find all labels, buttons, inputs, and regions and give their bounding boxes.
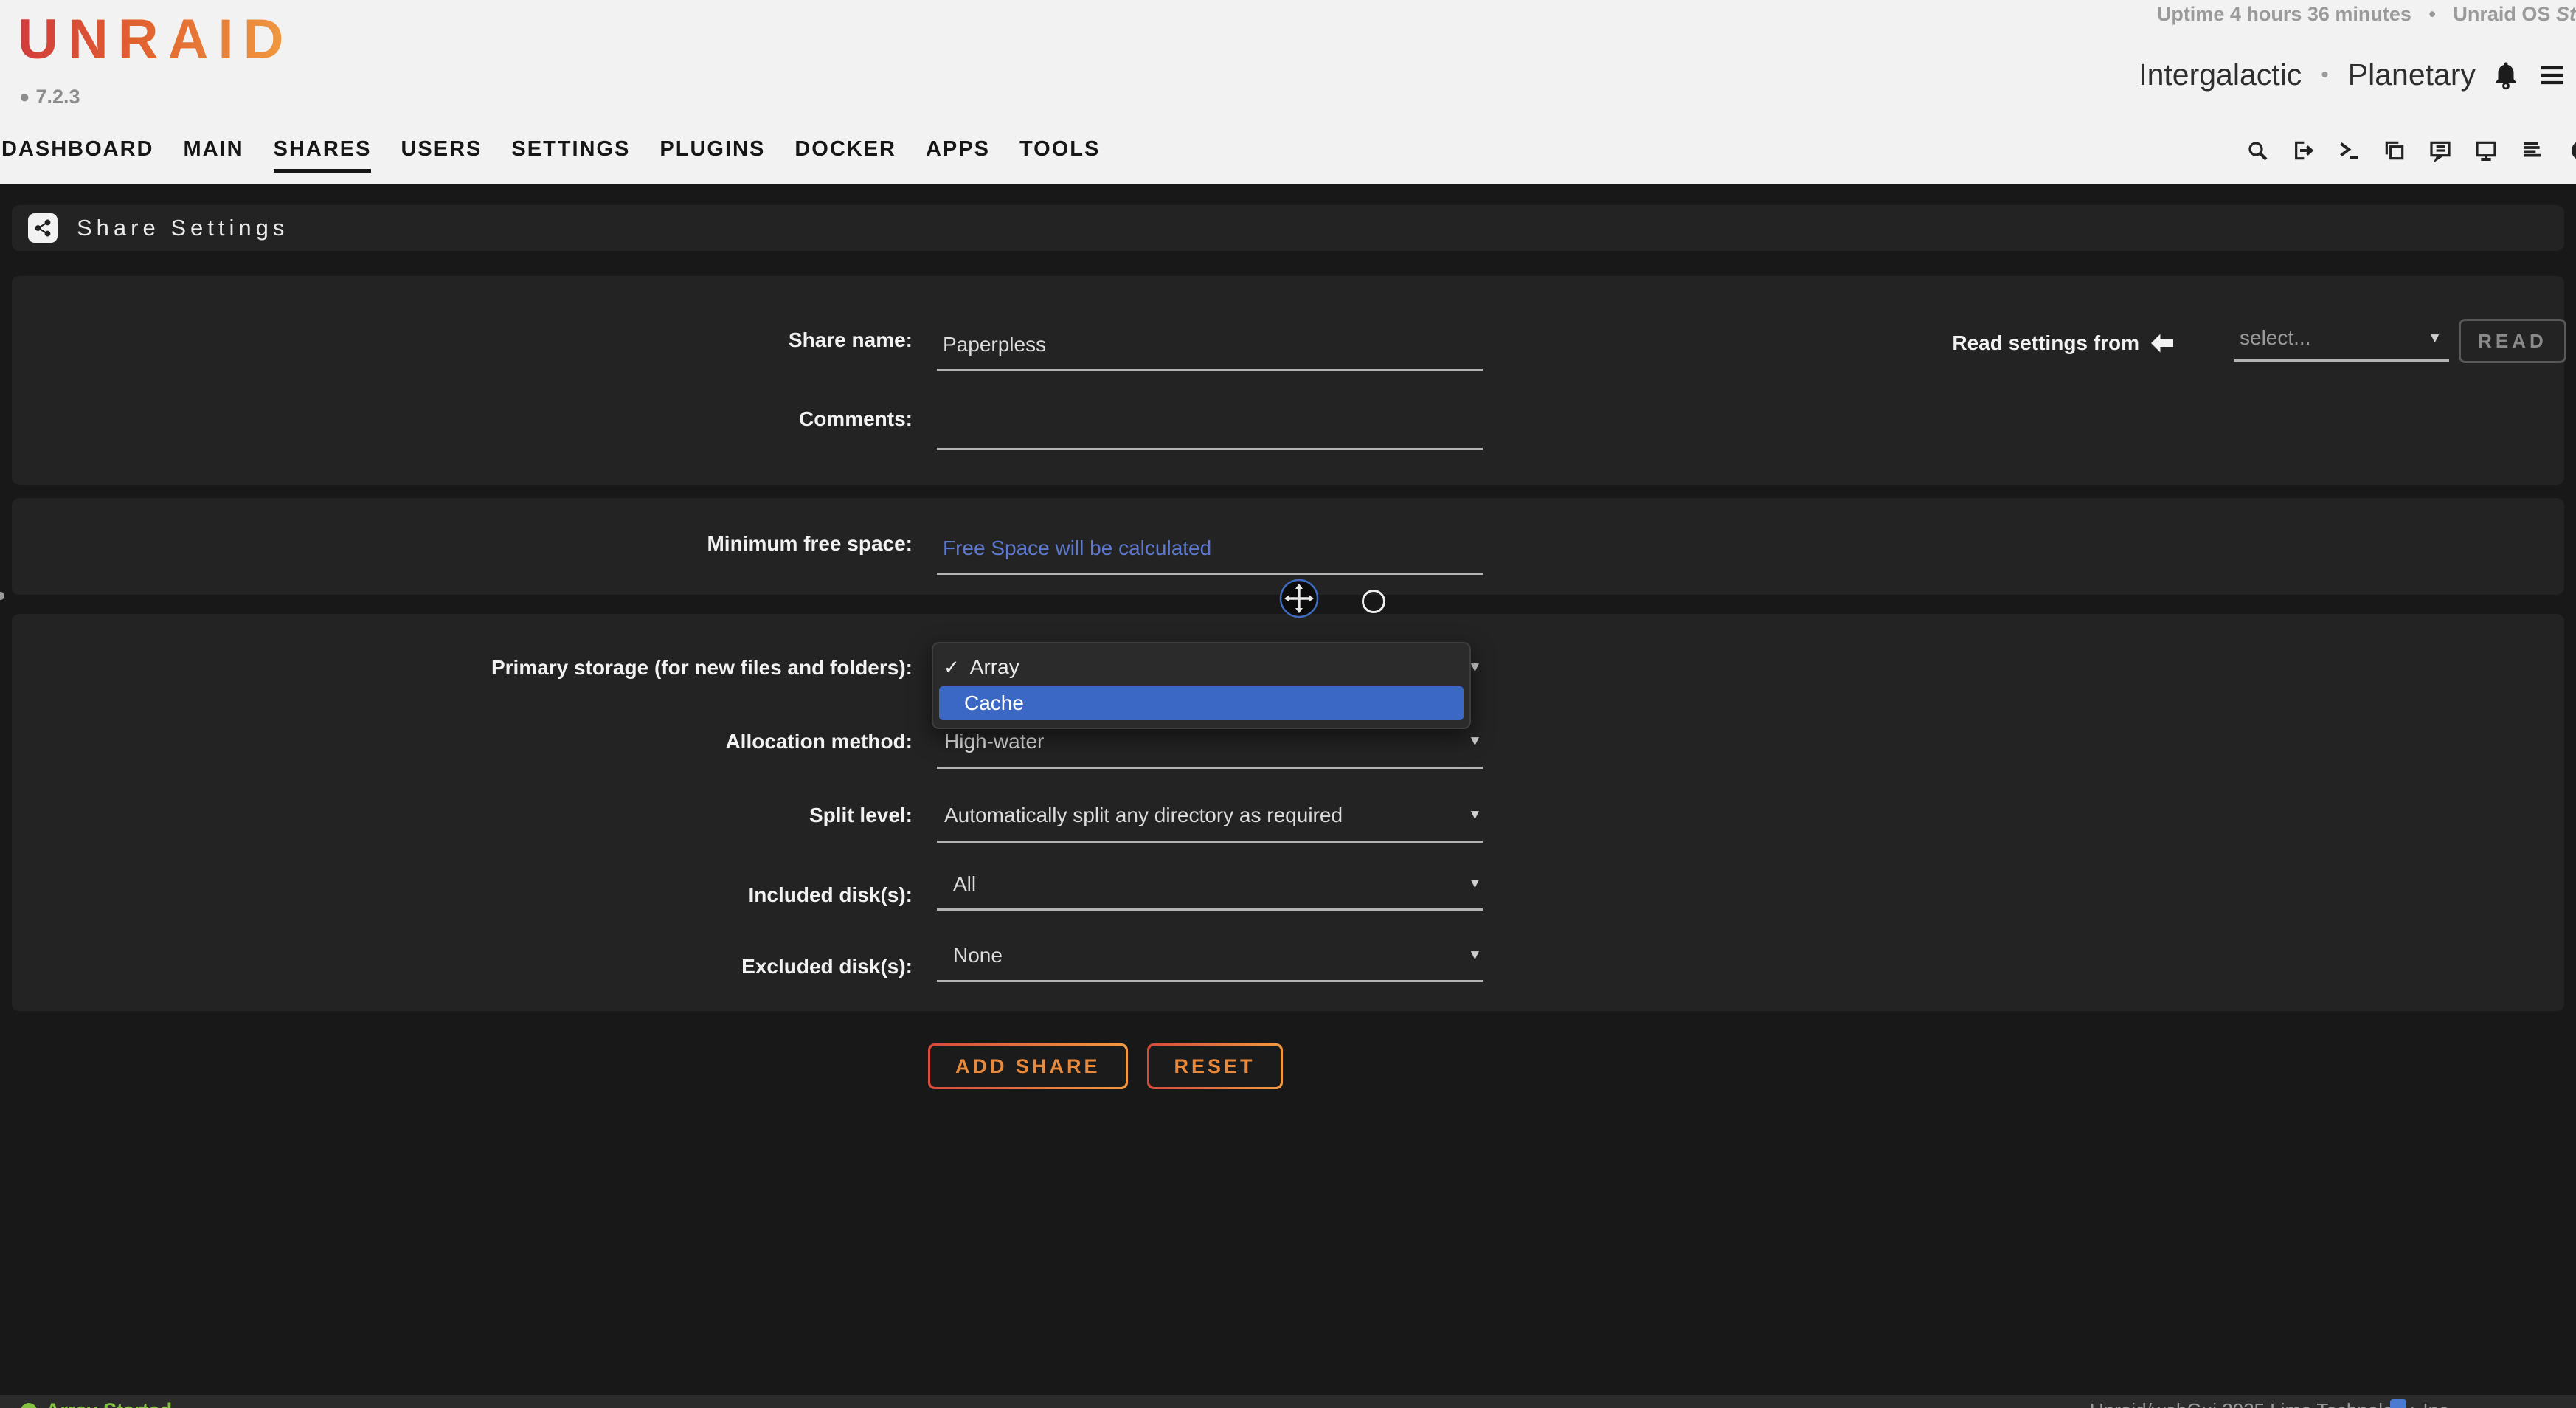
separator-dot: • [2428,3,2435,25]
server-name[interactable]: Intergalactic [2139,58,2302,92]
chevron-down-icon: ▼ [1468,948,1482,964]
nav-settings[interactable]: SETTINGS [511,137,630,169]
chevron-down-icon: ▼ [1468,807,1482,824]
nav-main[interactable]: MAIN [184,137,244,169]
included-disks-label: Included disk(s): [749,883,913,907]
unraid-app: UNRAID ● 7.2.3 Uptime 4 hours 36 minutes… [0,0,2576,1408]
action-buttons: ADD SHARE RESET [928,1043,1283,1089]
min-free-space-input[interactable] [937,528,1483,575]
add-share-button[interactable]: ADD SHARE [928,1043,1128,1089]
primary-storage-label: Primary storage (for new files and folde… [491,656,913,680]
check-icon: ✓ [944,656,960,679]
os-edition: Unraid OS Starter [2453,3,2576,25]
excluded-disks-select[interactable]: None [953,944,1003,967]
copy-icon[interactable] [2383,139,2406,162]
min-free-space-label: Minimum free space: [707,532,913,556]
included-disks-select[interactable]: All [953,872,976,896]
move-cursor-icon [1278,578,1320,619]
nav-users[interactable]: USERS [401,137,482,169]
log-icon[interactable] [2520,139,2544,162]
nav-shares[interactable]: SHARES [274,137,372,173]
field-underline [937,980,1483,982]
monitor-icon[interactable] [2474,139,2498,162]
field-underline [937,841,1483,843]
read-settings-select[interactable]: select... ▼ [2234,319,2449,362]
share-icon[interactable] [28,213,58,243]
chevron-down-icon: ▼ [1468,876,1482,892]
share-name-input[interactable] [937,325,1483,371]
nav-items: DASHBOARD MAIN SHARES USERS SETTINGS PLU… [1,137,1100,173]
logout-icon[interactable] [2291,139,2315,162]
help-icon[interactable] [2566,139,2576,162]
field-underline [937,908,1483,911]
feedback-icon[interactable] [2428,139,2452,162]
unraid-logo[interactable]: UNRAID [18,7,294,72]
separator-dot: • [2321,63,2329,88]
page-title: Share Settings [77,215,288,241]
arrow-left-icon [2151,334,2173,353]
click-ring-indicator [1362,590,1385,613]
nav-dashboard[interactable]: DASHBOARD [1,137,154,169]
footer-brand-icon [2390,1399,2406,1408]
panel-share-identity: Share name: Comments: Read settings from… [12,276,2564,485]
chevron-down-icon: ▼ [1468,734,1482,750]
share-name-label: Share name: [789,328,913,352]
main-nav: DASHBOARD MAIN SHARES USERS SETTINGS PLU… [0,137,2576,184]
reset-button[interactable]: RESET [1147,1043,1283,1089]
server-profile: Planetary [2348,58,2476,92]
hamburger-menu-icon[interactable] [2536,61,2569,90]
excluded-disks-label: Excluded disk(s): [741,955,913,979]
array-status[interactable]: Array Started [21,1399,172,1408]
read-button[interactable]: READ [2459,319,2566,363]
uptime-text: Uptime 4 hours 36 minutes [2157,3,2411,25]
terminal-icon[interactable] [2337,139,2361,162]
allocation-method-select[interactable]: High-water [944,730,1044,753]
split-level-select[interactable]: Automatically split any directory as req… [944,804,1343,827]
dropdown-option-array[interactable]: ✓ Array [944,655,1019,679]
comments-input[interactable] [937,404,1483,450]
chevron-down-icon: ▼ [2428,331,2442,347]
read-settings-label: Read settings from [1952,331,2173,355]
field-underline [937,767,1483,769]
primary-storage-dropdown: ✓ Array Cache [932,642,1471,729]
server-identity: Intergalactic • Planetary [2139,58,2569,92]
version-label: ● 7.2.3 [19,86,80,108]
nav-apps[interactable]: APPS [926,137,990,169]
panel-storage-settings: Primary storage (for new files and folde… [12,614,2564,1011]
version-icon: ● [19,89,30,106]
uptime-status: Uptime 4 hours 36 minutes • Unraid OS St… [2157,3,2576,26]
array-status-text: Array Started [46,1399,172,1408]
page-titlebar: Share Settings [12,205,2564,251]
nav-tools[interactable]: TOOLS [1019,137,1100,169]
read-settings-select-value: select... [2240,326,2310,350]
allocation-method-label: Allocation method: [725,730,913,753]
search-icon[interactable] [2246,139,2269,162]
nav-plugins[interactable]: PLUGINS [659,137,765,169]
status-green-icon [21,1403,37,1408]
dropdown-option-cache[interactable]: Cache [939,686,1464,720]
nav-docker[interactable]: DOCKER [794,137,896,169]
notifications-bell-icon[interactable] [2490,60,2521,91]
split-level-label: Split level: [809,804,913,827]
nav-utility-icons [2246,139,2576,162]
version-number: 7.2.3 [36,86,80,108]
comments-label: Comments: [799,407,913,431]
content-area: Share Settings Share name: Comments: Rea… [0,184,2576,1395]
footer-bar: Array Started Unraid/webGui 2025 Lime Te… [0,1395,2576,1408]
